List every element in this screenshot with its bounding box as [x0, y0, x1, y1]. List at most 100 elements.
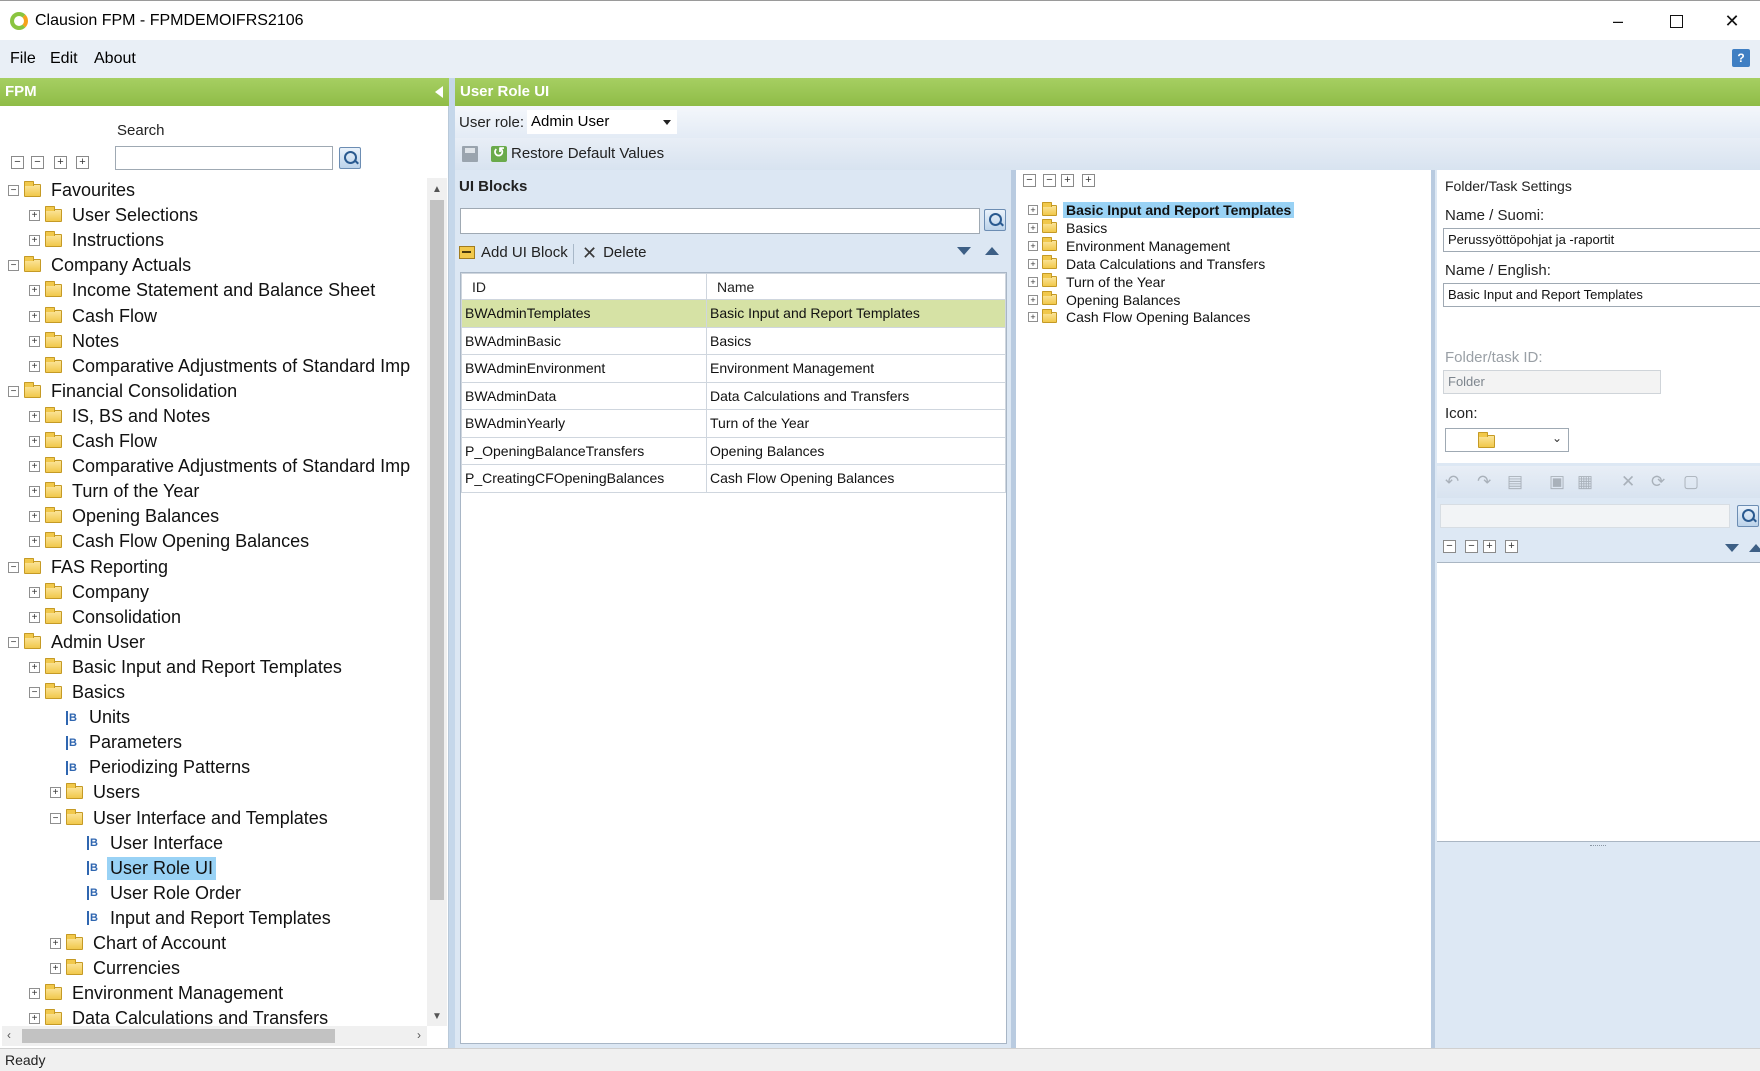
paste-icon[interactable]: ▢	[1683, 473, 1700, 490]
expand-node-icon[interactable]: +	[29, 285, 40, 297]
tree-item[interactable]: + Income Statement and Balance Sheet	[29, 278, 378, 303]
table-row[interactable]: P_OpeningBalanceTransfers Opening Balance…	[461, 436, 1006, 465]
redo-icon[interactable]: ↷	[1477, 473, 1494, 490]
tree-item[interactable]: − FAS Reporting	[8, 555, 171, 580]
expand-all-icon[interactable]: +	[1505, 540, 1518, 553]
collapse-node-icon[interactable]: −	[8, 561, 19, 573]
name-fi-field[interactable]: Perussyöttöpohjat ja -raportit	[1443, 228, 1760, 252]
tree-item[interactable]: + Notes	[29, 329, 122, 354]
column-header-name[interactable]: Name	[706, 273, 1006, 300]
tree-item[interactable]: B Units	[50, 705, 133, 730]
minimize-button[interactable]: –	[1590, 1, 1646, 41]
tree-item[interactable]: + User Selections	[29, 203, 201, 228]
expand-all-icon[interactable]: +	[76, 156, 89, 169]
table-row[interactable]: BWAdminTemplates Basic Input and Report T…	[461, 299, 1006, 328]
tree-item[interactable]: − User Interface and Templates	[50, 806, 331, 831]
icon-select[interactable]: ⌄	[1445, 428, 1569, 452]
collapse-node-icon[interactable]: −	[8, 260, 19, 272]
table-row[interactable]: P_CreatingCFOpeningBalances Cash Flow Ope…	[461, 464, 1006, 493]
expand-node-icon[interactable]: +	[29, 436, 40, 447]
tree-item[interactable]: B User Role Order	[71, 881, 244, 906]
delete-button[interactable]: ✕ Delete	[582, 244, 646, 262]
expand-icon[interactable]: +	[1483, 540, 1496, 553]
collapse-node-icon[interactable]: −	[50, 812, 61, 824]
expand-node-icon[interactable]: +	[1028, 222, 1038, 233]
expand-node-icon[interactable]: +	[29, 988, 40, 1000]
collapse-all-icon[interactable]: −	[1443, 540, 1456, 553]
tree-item[interactable]: + Comparative Adjustments of Standard Imp	[29, 454, 413, 479]
move-down-icon[interactable]	[1725, 544, 1739, 552]
column-header-id[interactable]: ID	[461, 273, 707, 300]
tree-vertical-scrollbar[interactable]: ▲ ▼	[427, 178, 447, 1026]
expand-icon[interactable]: +	[54, 156, 67, 169]
maximize-button[interactable]	[1648, 1, 1704, 41]
copy-icon[interactable]: ▤	[1507, 473, 1524, 490]
collapse-icon[interactable]: −	[31, 156, 44, 169]
expand-node-icon[interactable]: +	[29, 360, 40, 372]
scroll-down-icon[interactable]: ▼	[432, 1011, 442, 1022]
collapse-all-icon[interactable]: −	[11, 156, 24, 169]
tree-item[interactable]: + Cash Flow	[29, 429, 160, 454]
expand-all-icon[interactable]: +	[1082, 174, 1095, 187]
expand-node-icon[interactable]: +	[1028, 205, 1038, 215]
scroll-right-icon[interactable]: ›	[417, 1028, 421, 1042]
tree-item[interactable]: + Basic Input and Report Templates	[29, 655, 345, 680]
expand-node-icon[interactable]: +	[29, 536, 40, 548]
name-en-field[interactable]: Basic Input and Report Templates	[1443, 283, 1760, 307]
tree-item[interactable]: + Currencies	[50, 956, 183, 981]
ui-blocks-search-input[interactable]	[460, 208, 980, 234]
delete-icon[interactable]: ✕	[1621, 473, 1638, 490]
tree-item[interactable]: + Comparative Adjustments of Standard Imp	[29, 354, 413, 379]
expand-node-icon[interactable]: +	[29, 235, 40, 247]
menu-edit[interactable]: Edit	[50, 50, 78, 68]
expand-node-icon[interactable]: +	[1028, 312, 1038, 323]
search-icon[interactable]	[339, 147, 361, 169]
move-up-icon[interactable]	[1749, 544, 1760, 552]
save-icon[interactable]	[462, 146, 478, 162]
expand-node-icon[interactable]: +	[29, 486, 40, 498]
collapse-node-icon[interactable]: −	[8, 385, 19, 397]
scroll-left-icon[interactable]: ‹	[7, 1028, 11, 1042]
scroll-up-icon[interactable]: ▲	[432, 184, 442, 195]
search-icon[interactable]	[984, 209, 1006, 231]
add-ui-block-button[interactable]: Add UI Block	[459, 244, 568, 261]
tree-item[interactable]: + Consolidation	[29, 605, 184, 630]
expand-node-icon[interactable]: +	[29, 210, 40, 222]
close-button[interactable]: ✕	[1704, 1, 1760, 41]
tree-item[interactable]: + Users	[50, 780, 143, 805]
tree-item[interactable]: + Cash Flow Opening Balances	[29, 529, 312, 554]
tree-item[interactable]: + Turn of the Year	[29, 479, 202, 504]
tree-item[interactable]: B Input and Report Templates	[71, 906, 334, 931]
scrollbar-thumb[interactable]	[22, 1029, 335, 1043]
tree-item[interactable]: + Data Calculations and Transfers	[29, 1006, 331, 1026]
expand-icon[interactable]: +	[1061, 174, 1074, 187]
tree-item[interactable]: B Parameters	[50, 730, 185, 755]
tree-item[interactable]: + IS, BS and Notes	[29, 404, 213, 429]
table-row[interactable]: BWAdminBasic Basics	[461, 326, 1006, 355]
navigation-search-input[interactable]	[115, 146, 333, 170]
expand-node-icon[interactable]: +	[1028, 294, 1038, 305]
tree-item[interactable]: B Periodizing Patterns	[50, 755, 253, 780]
properties-icon[interactable]: ▦	[1577, 473, 1594, 490]
collapse-node-icon[interactable]: −	[8, 636, 19, 648]
table-row[interactable]: BWAdminYearly Turn of the Year	[461, 409, 1006, 438]
expand-node-icon[interactable]: +	[29, 661, 40, 673]
expand-node-icon[interactable]: +	[29, 461, 40, 473]
tree-horizontal-scrollbar[interactable]: ‹ ›	[2, 1026, 427, 1046]
tree-item[interactable]: B User Interface	[71, 831, 226, 856]
help-icon[interactable]: ?	[1732, 49, 1750, 67]
expand-node-icon[interactable]: +	[1028, 276, 1038, 287]
tree-item[interactable]: + Cash Flow	[29, 304, 160, 329]
scrollbar-thumb[interactable]	[430, 200, 444, 900]
refresh-icon[interactable]: ⟳	[1651, 473, 1668, 490]
restore-default-values-button[interactable]: Restore Default Values	[491, 144, 664, 162]
tree-item[interactable]: − Financial Consolidation	[8, 379, 240, 404]
collapse-node-icon[interactable]: −	[29, 687, 40, 698]
move-up-icon[interactable]	[985, 247, 999, 255]
expand-node-icon[interactable]: +	[1028, 258, 1038, 269]
expand-node-icon[interactable]: +	[50, 787, 61, 799]
expand-node-icon[interactable]: +	[29, 310, 40, 322]
tree-item[interactable]: B User Role UI	[71, 856, 217, 881]
tree-item[interactable]: − Favourites	[8, 178, 138, 203]
table-row[interactable]: BWAdminEnvironment Environment Management	[461, 354, 1006, 383]
